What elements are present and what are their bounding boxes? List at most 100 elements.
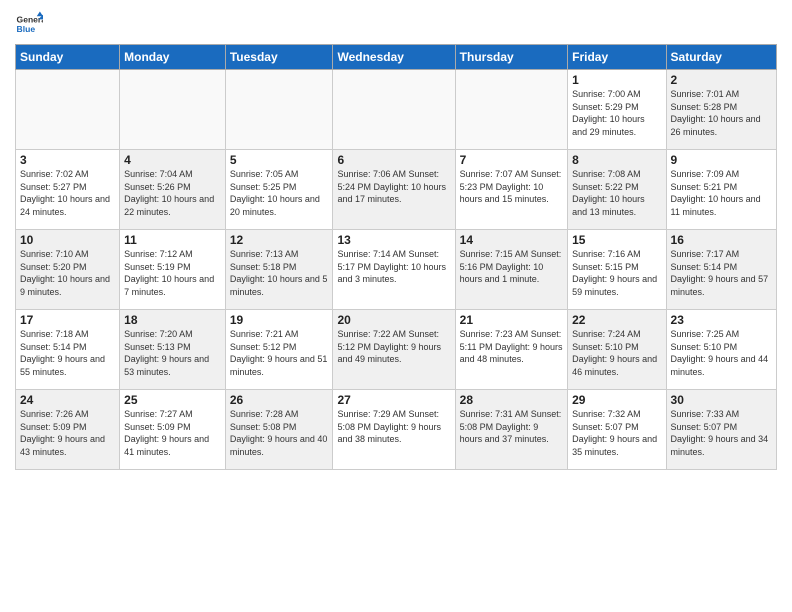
weekday-header-tuesday: Tuesday bbox=[225, 45, 333, 70]
calendar-week-5: 24Sunrise: 7:26 AM Sunset: 5:09 PM Dayli… bbox=[16, 390, 777, 470]
day-number: 24 bbox=[20, 393, 115, 407]
calendar-cell: 3Sunrise: 7:02 AM Sunset: 5:27 PM Daylig… bbox=[16, 150, 120, 230]
calendar-cell: 5Sunrise: 7:05 AM Sunset: 5:25 PM Daylig… bbox=[225, 150, 333, 230]
calendar-cell bbox=[120, 70, 226, 150]
calendar-cell: 7Sunrise: 7:07 AM Sunset: 5:23 PM Daylig… bbox=[455, 150, 567, 230]
day-info: Sunrise: 7:27 AM Sunset: 5:09 PM Dayligh… bbox=[124, 408, 221, 458]
calendar-cell: 20Sunrise: 7:22 AM Sunset: 5:12 PM Dayli… bbox=[333, 310, 455, 390]
day-info: Sunrise: 7:09 AM Sunset: 5:21 PM Dayligh… bbox=[671, 168, 772, 218]
day-info: Sunrise: 7:26 AM Sunset: 5:09 PM Dayligh… bbox=[20, 408, 115, 458]
day-number: 23 bbox=[671, 313, 772, 327]
day-number: 21 bbox=[460, 313, 563, 327]
day-info: Sunrise: 7:08 AM Sunset: 5:22 PM Dayligh… bbox=[572, 168, 661, 218]
calendar-cell: 16Sunrise: 7:17 AM Sunset: 5:14 PM Dayli… bbox=[666, 230, 776, 310]
day-info: Sunrise: 7:24 AM Sunset: 5:10 PM Dayligh… bbox=[572, 328, 661, 378]
day-number: 4 bbox=[124, 153, 221, 167]
calendar-cell bbox=[333, 70, 455, 150]
day-info: Sunrise: 7:06 AM Sunset: 5:24 PM Dayligh… bbox=[337, 168, 450, 206]
day-number: 17 bbox=[20, 313, 115, 327]
day-number: 29 bbox=[572, 393, 661, 407]
day-number: 5 bbox=[230, 153, 329, 167]
calendar-cell: 2Sunrise: 7:01 AM Sunset: 5:28 PM Daylig… bbox=[666, 70, 776, 150]
calendar-cell: 25Sunrise: 7:27 AM Sunset: 5:09 PM Dayli… bbox=[120, 390, 226, 470]
calendar-cell: 28Sunrise: 7:31 AM Sunset: 5:08 PM Dayli… bbox=[455, 390, 567, 470]
day-number: 25 bbox=[124, 393, 221, 407]
calendar-cell: 23Sunrise: 7:25 AM Sunset: 5:10 PM Dayli… bbox=[666, 310, 776, 390]
calendar-cell: 15Sunrise: 7:16 AM Sunset: 5:15 PM Dayli… bbox=[568, 230, 666, 310]
calendar-cell: 13Sunrise: 7:14 AM Sunset: 5:17 PM Dayli… bbox=[333, 230, 455, 310]
calendar-cell: 11Sunrise: 7:12 AM Sunset: 5:19 PM Dayli… bbox=[120, 230, 226, 310]
day-info: Sunrise: 7:12 AM Sunset: 5:19 PM Dayligh… bbox=[124, 248, 221, 298]
day-info: Sunrise: 7:07 AM Sunset: 5:23 PM Dayligh… bbox=[460, 168, 563, 206]
logo: General Blue bbox=[15, 10, 43, 38]
day-info: Sunrise: 7:20 AM Sunset: 5:13 PM Dayligh… bbox=[124, 328, 221, 378]
day-info: Sunrise: 7:17 AM Sunset: 5:14 PM Dayligh… bbox=[671, 248, 772, 298]
calendar-table: SundayMondayTuesdayWednesdayThursdayFrid… bbox=[15, 44, 777, 470]
day-info: Sunrise: 7:05 AM Sunset: 5:25 PM Dayligh… bbox=[230, 168, 329, 218]
day-info: Sunrise: 7:21 AM Sunset: 5:12 PM Dayligh… bbox=[230, 328, 329, 378]
calendar-cell: 24Sunrise: 7:26 AM Sunset: 5:09 PM Dayli… bbox=[16, 390, 120, 470]
day-number: 15 bbox=[572, 233, 661, 247]
day-number: 28 bbox=[460, 393, 563, 407]
day-info: Sunrise: 7:00 AM Sunset: 5:29 PM Dayligh… bbox=[572, 88, 661, 138]
weekday-header-friday: Friday bbox=[568, 45, 666, 70]
day-number: 20 bbox=[337, 313, 450, 327]
day-number: 6 bbox=[337, 153, 450, 167]
calendar-cell: 18Sunrise: 7:20 AM Sunset: 5:13 PM Dayli… bbox=[120, 310, 226, 390]
day-number: 11 bbox=[124, 233, 221, 247]
day-number: 8 bbox=[572, 153, 661, 167]
day-info: Sunrise: 7:25 AM Sunset: 5:10 PM Dayligh… bbox=[671, 328, 772, 378]
calendar-cell bbox=[16, 70, 120, 150]
day-number: 1 bbox=[572, 73, 661, 87]
day-number: 18 bbox=[124, 313, 221, 327]
calendar-cell: 19Sunrise: 7:21 AM Sunset: 5:12 PM Dayli… bbox=[225, 310, 333, 390]
weekday-header-saturday: Saturday bbox=[666, 45, 776, 70]
day-number: 3 bbox=[20, 153, 115, 167]
day-info: Sunrise: 7:10 AM Sunset: 5:20 PM Dayligh… bbox=[20, 248, 115, 298]
calendar-cell: 6Sunrise: 7:06 AM Sunset: 5:24 PM Daylig… bbox=[333, 150, 455, 230]
calendar-cell: 29Sunrise: 7:32 AM Sunset: 5:07 PM Dayli… bbox=[568, 390, 666, 470]
calendar-cell: 1Sunrise: 7:00 AM Sunset: 5:29 PM Daylig… bbox=[568, 70, 666, 150]
day-info: Sunrise: 7:33 AM Sunset: 5:07 PM Dayligh… bbox=[671, 408, 772, 458]
calendar-cell: 22Sunrise: 7:24 AM Sunset: 5:10 PM Dayli… bbox=[568, 310, 666, 390]
day-number: 12 bbox=[230, 233, 329, 247]
header: General Blue bbox=[15, 10, 777, 38]
day-info: Sunrise: 7:32 AM Sunset: 5:07 PM Dayligh… bbox=[572, 408, 661, 458]
day-info: Sunrise: 7:29 AM Sunset: 5:08 PM Dayligh… bbox=[337, 408, 450, 446]
calendar-week-4: 17Sunrise: 7:18 AM Sunset: 5:14 PM Dayli… bbox=[16, 310, 777, 390]
day-number: 22 bbox=[572, 313, 661, 327]
day-number: 2 bbox=[671, 73, 772, 87]
weekday-header-sunday: Sunday bbox=[16, 45, 120, 70]
day-number: 13 bbox=[337, 233, 450, 247]
calendar-cell bbox=[225, 70, 333, 150]
day-number: 30 bbox=[671, 393, 772, 407]
day-number: 16 bbox=[671, 233, 772, 247]
calendar-cell: 12Sunrise: 7:13 AM Sunset: 5:18 PM Dayli… bbox=[225, 230, 333, 310]
calendar-week-3: 10Sunrise: 7:10 AM Sunset: 5:20 PM Dayli… bbox=[16, 230, 777, 310]
calendar-week-2: 3Sunrise: 7:02 AM Sunset: 5:27 PM Daylig… bbox=[16, 150, 777, 230]
calendar-cell: 8Sunrise: 7:08 AM Sunset: 5:22 PM Daylig… bbox=[568, 150, 666, 230]
day-info: Sunrise: 7:04 AM Sunset: 5:26 PM Dayligh… bbox=[124, 168, 221, 218]
day-info: Sunrise: 7:31 AM Sunset: 5:08 PM Dayligh… bbox=[460, 408, 563, 446]
day-number: 14 bbox=[460, 233, 563, 247]
calendar-cell: 4Sunrise: 7:04 AM Sunset: 5:26 PM Daylig… bbox=[120, 150, 226, 230]
day-number: 19 bbox=[230, 313, 329, 327]
calendar-cell: 27Sunrise: 7:29 AM Sunset: 5:08 PM Dayli… bbox=[333, 390, 455, 470]
day-info: Sunrise: 7:14 AM Sunset: 5:17 PM Dayligh… bbox=[337, 248, 450, 286]
calendar-week-1: 1Sunrise: 7:00 AM Sunset: 5:29 PM Daylig… bbox=[16, 70, 777, 150]
weekday-header-row: SundayMondayTuesdayWednesdayThursdayFrid… bbox=[16, 45, 777, 70]
day-number: 10 bbox=[20, 233, 115, 247]
calendar-cell: 9Sunrise: 7:09 AM Sunset: 5:21 PM Daylig… bbox=[666, 150, 776, 230]
day-info: Sunrise: 7:13 AM Sunset: 5:18 PM Dayligh… bbox=[230, 248, 329, 298]
day-number: 26 bbox=[230, 393, 329, 407]
day-info: Sunrise: 7:02 AM Sunset: 5:27 PM Dayligh… bbox=[20, 168, 115, 218]
day-info: Sunrise: 7:01 AM Sunset: 5:28 PM Dayligh… bbox=[671, 88, 772, 138]
calendar-cell: 10Sunrise: 7:10 AM Sunset: 5:20 PM Dayli… bbox=[16, 230, 120, 310]
day-number: 9 bbox=[671, 153, 772, 167]
main-container: General Blue SundayMondayTuesdayWednesda… bbox=[0, 0, 792, 480]
calendar-cell: 26Sunrise: 7:28 AM Sunset: 5:08 PM Dayli… bbox=[225, 390, 333, 470]
calendar-cell bbox=[455, 70, 567, 150]
day-info: Sunrise: 7:23 AM Sunset: 5:11 PM Dayligh… bbox=[460, 328, 563, 366]
day-info: Sunrise: 7:15 AM Sunset: 5:16 PM Dayligh… bbox=[460, 248, 563, 286]
calendar-cell: 30Sunrise: 7:33 AM Sunset: 5:07 PM Dayli… bbox=[666, 390, 776, 470]
